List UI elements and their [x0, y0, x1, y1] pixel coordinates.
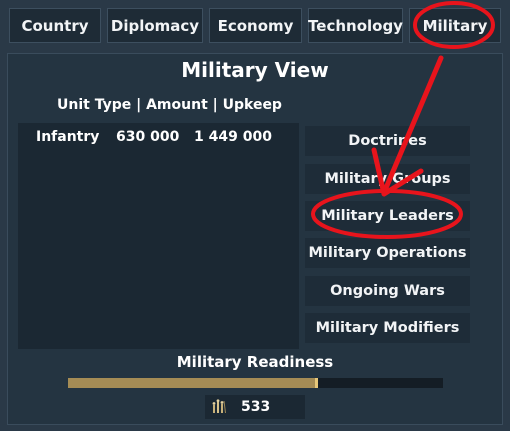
- military-leaders-label: Military Leaders: [321, 208, 454, 224]
- tab-economy[interactable]: Economy: [209, 8, 302, 43]
- manpower-value: 533: [241, 399, 271, 415]
- tab-country[interactable]: Country: [9, 8, 101, 43]
- soldiers-icon: [211, 399, 227, 415]
- military-leaders-button[interactable]: Military Leaders: [305, 201, 470, 231]
- panel-title: Military View: [181, 58, 329, 82]
- unit-type-cell: Infantry: [36, 129, 100, 145]
- tab-technology-label: Technology: [308, 16, 403, 35]
- tab-technology[interactable]: Technology: [308, 8, 403, 43]
- tab-diplomacy-label: Diplomacy: [110, 16, 200, 35]
- unit-upkeep-cell: 1 449 000: [194, 129, 272, 145]
- military-modifiers-button[interactable]: Military Modifiers: [305, 313, 470, 343]
- military-operations-button[interactable]: Military Operations: [305, 238, 470, 268]
- readiness-label: Military Readiness: [176, 353, 334, 371]
- readiness-bar-marker: [315, 378, 318, 388]
- military-operations-label: Military Operations: [308, 245, 467, 261]
- tab-military[interactable]: Military: [409, 8, 501, 43]
- readiness-bar-fill: [68, 378, 316, 388]
- unit-amount-cell: 630 000: [116, 129, 180, 145]
- military-groups-label: Military Groups: [324, 171, 451, 187]
- doctrines-button[interactable]: Doctrines: [305, 126, 470, 156]
- military-groups-button[interactable]: Military Groups: [305, 164, 470, 194]
- ongoing-wars-label: Ongoing Wars: [330, 283, 445, 299]
- unit-columns-header: Unit Type | Amount | Upkeep: [57, 97, 282, 113]
- tab-economy-label: Economy: [217, 16, 294, 35]
- ongoing-wars-button[interactable]: Ongoing Wars: [305, 276, 470, 306]
- tab-military-label: Military: [422, 16, 488, 35]
- tab-country-label: Country: [21, 16, 89, 35]
- tab-diplomacy[interactable]: Diplomacy: [107, 8, 203, 43]
- readiness-bar: [68, 378, 443, 388]
- military-modifiers-label: Military Modifiers: [315, 320, 460, 336]
- unit-list[interactable]: [18, 123, 299, 349]
- doctrines-label: Doctrines: [348, 133, 427, 149]
- manpower-counter: 533: [205, 395, 305, 419]
